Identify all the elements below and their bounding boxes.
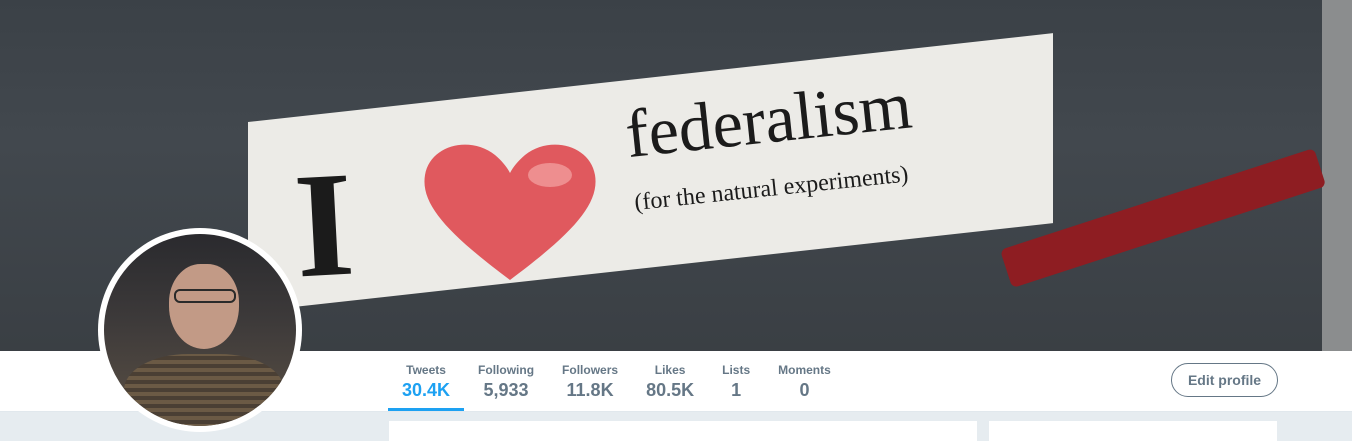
stat-label: Likes	[654, 363, 686, 377]
heart-icon	[424, 144, 596, 280]
avatar-face	[169, 264, 239, 349]
timeline-panel	[389, 421, 977, 441]
stat-likes[interactable]: Likes 80.5K	[632, 351, 708, 411]
stat-tweets[interactable]: Tweets 30.4K	[388, 351, 465, 411]
stat-label: Lists	[722, 363, 751, 377]
stat-value: 30.4K	[402, 380, 451, 400]
sidebar-panel	[989, 421, 1277, 441]
banner-road	[1322, 0, 1352, 351]
bumper-sticker	[248, 33, 1053, 313]
profile-stats-nav: Tweets 30.4K Following 5,933 Followers 1…	[388, 351, 845, 411]
edit-profile-button[interactable]: Edit profile	[1171, 363, 1278, 397]
stat-value: 0	[799, 380, 810, 400]
stat-value: 5,933	[483, 380, 529, 400]
stat-lists[interactable]: Lists 1	[708, 351, 764, 411]
stat-value: 1	[731, 380, 742, 400]
sticker-letter: I	[290, 140, 358, 310]
stat-following[interactable]: Following 5,933	[464, 351, 548, 411]
stat-label: Moments	[778, 363, 831, 377]
stat-value: 11.8K	[566, 380, 614, 400]
avatar-photo	[104, 234, 296, 426]
stat-label: Followers	[562, 363, 619, 377]
avatar-shirt	[124, 354, 284, 426]
stat-value: 80.5K	[646, 380, 695, 400]
avatar[interactable]	[98, 228, 302, 432]
stat-followers[interactable]: Followers 11.8K	[548, 351, 632, 411]
stat-label: Tweets	[406, 363, 446, 377]
stat-moments[interactable]: Moments 0	[764, 351, 845, 411]
avatar-glasses	[174, 289, 236, 303]
stat-label: Following	[478, 363, 535, 377]
